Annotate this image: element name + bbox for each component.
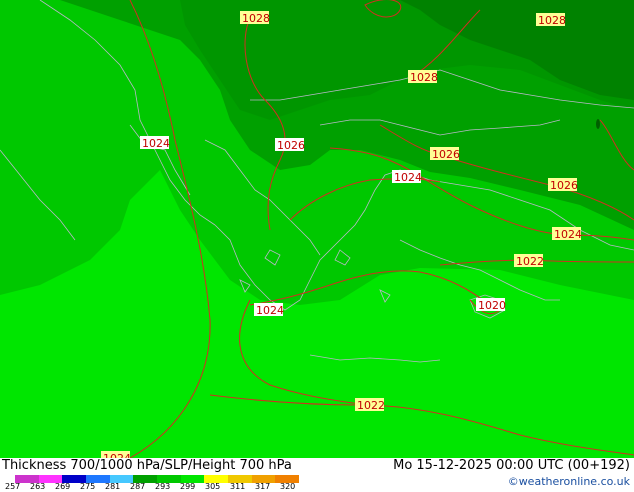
isobar-label: 1024 <box>254 303 284 317</box>
lake-marker <box>596 119 600 129</box>
svg-text:1028: 1028 <box>242 12 270 25</box>
svg-text:1028: 1028 <box>410 71 438 84</box>
svg-text:1024: 1024 <box>142 137 170 150</box>
isobar-label: 1028 <box>240 11 270 25</box>
credit-link[interactable]: ©weatheronline.co.uk <box>508 475 630 489</box>
isobar-label: 1026 <box>430 147 460 161</box>
svg-text:1026: 1026 <box>432 148 460 161</box>
svg-text:1022: 1022 <box>357 399 385 412</box>
isobar-label: 1022 <box>355 398 385 412</box>
svg-text:1024: 1024 <box>256 304 284 317</box>
isobar-label: 1024 <box>140 136 170 150</box>
isobar-label: 1026 <box>275 138 305 152</box>
svg-text:1024: 1024 <box>394 171 422 184</box>
svg-text:1026: 1026 <box>277 139 305 152</box>
footer: Thickness 700/1000 hPa/SLP/Height 700 hP… <box>0 458 634 492</box>
isobar-label: 1028 <box>536 13 566 27</box>
isobar-label: 1024 <box>392 170 422 184</box>
map-title: Thickness 700/1000 hPa/SLP/Height 700 hP… <box>2 458 292 473</box>
isobar-label: 1022 <box>514 254 544 268</box>
weather-map: 1028 1028 1028 1024 1026 1026 1024 1026 … <box>0 0 634 458</box>
isobar-label: 1026 <box>548 178 578 192</box>
svg-text:1026: 1026 <box>550 179 578 192</box>
isobar-label: 1024 <box>552 227 582 241</box>
isobar-label: 1028 <box>408 70 438 84</box>
svg-text:1024: 1024 <box>554 228 582 241</box>
svg-text:1028: 1028 <box>538 14 566 27</box>
isobar-label: 1020 <box>476 298 506 312</box>
svg-text:1022: 1022 <box>516 255 544 268</box>
svg-text:1020: 1020 <box>478 299 506 312</box>
colorbar-ticks: 257 263 269 275 281 287 293 299 305 311 317 320 <box>0 483 330 492</box>
valid-time: Mo 15-12-2025 00:00 UTC (00+192) <box>393 458 630 473</box>
isobar-label: 1024 <box>101 451 131 458</box>
